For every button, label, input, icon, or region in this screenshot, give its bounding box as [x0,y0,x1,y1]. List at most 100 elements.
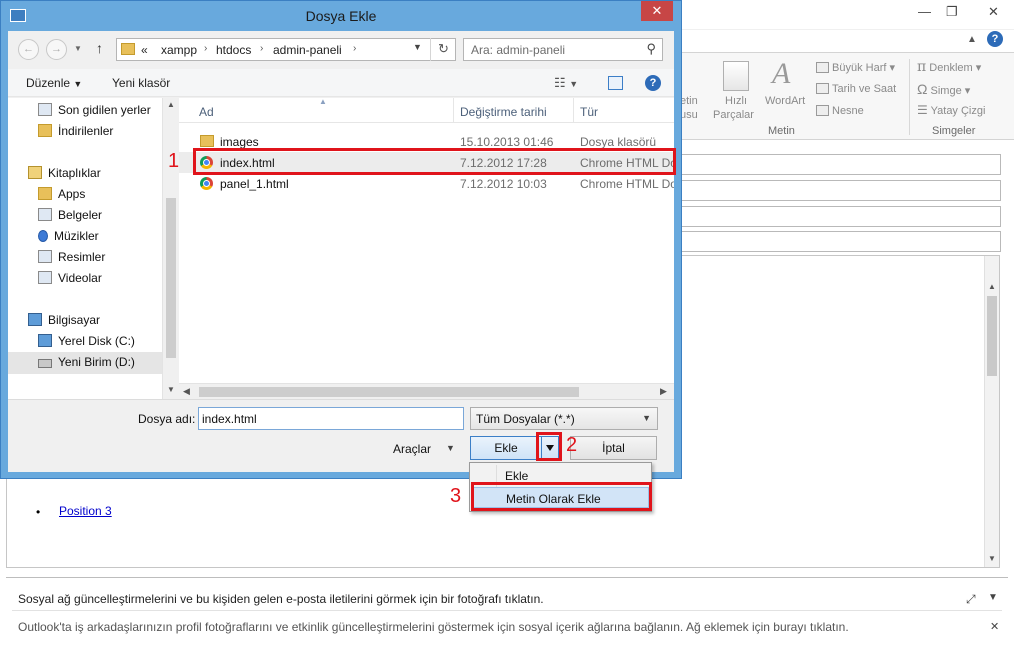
file-date: 15.10.2013 01:46 [460,135,554,149]
filename-field[interactable] [198,407,464,430]
insert-button[interactable]: Ekle [470,436,542,460]
column-type[interactable]: Tür [580,105,598,119]
drop-cap-icon [816,62,829,73]
nav-item-downloads[interactable]: İndirilenler [38,124,113,145]
breadcrumb-separator[interactable]: › [353,43,356,54]
column-divider[interactable] [453,98,454,123]
recent-locations-icon[interactable]: ▼ [74,44,82,53]
filename-input[interactable] [199,408,463,429]
people-pane-message: Sosyal ağ güncelleştirmelerini ve bu kiş… [18,592,544,606]
list-bullet: • [36,505,41,519]
nav-item-music[interactable]: Müzikler [38,229,99,250]
nav-scrollbar[interactable]: ▲ ▼ [162,98,178,399]
object-button[interactable]: Nesne [816,105,864,117]
address-row: ← → ▼ ↑ « xampp › htdocs › admin-paneli … [8,31,674,69]
help-icon[interactable]: ? [987,31,1003,47]
nav-scroll-thumb[interactable] [166,198,176,358]
nav-item-recent-places[interactable]: Son gidilen yerler [38,103,151,124]
breadcrumb-xampp[interactable]: xampp [161,43,197,57]
scroll-thumb[interactable] [987,296,997,376]
dialog-close-button[interactable]: ✕ [641,1,673,21]
scroll-right-icon[interactable]: ▶ [660,386,667,397]
column-date[interactable]: Değiştirme tarihi [460,105,547,119]
object-label: Nesne [832,105,864,117]
nav-item-label: Son gidilen yerler [58,103,151,117]
cancel-button[interactable]: İptal [570,436,657,460]
nav-item-libraries[interactable]: Kitaplıklar [28,166,101,187]
breadcrumb-overflow[interactable]: « [141,43,148,57]
breadcrumb-admin-paneli[interactable]: admin-paneli [273,43,342,57]
organize-button[interactable]: Düzenle ▼ [26,76,82,90]
close-icon[interactable]: ✕ [988,4,999,20]
nav-item-documents[interactable]: Belgeler [38,208,102,229]
dialog-titlebar[interactable]: Dosya Ekle ✕ [1,1,681,31]
pictures-icon [38,250,52,263]
ribbon-partial-label2[interactable]: usu [680,109,698,121]
tools-dropdown-icon[interactable]: ▼ [446,443,455,453]
social-network-message[interactable]: Outlook'ta iş arkadaşlarınızın profil fo… [18,620,849,634]
scroll-down-icon[interactable]: ▼ [167,385,175,394]
expand-icon[interactable]: ⤢ [966,592,976,607]
horizontal-line-label: Yatay Çizgi [930,105,986,117]
breadcrumb-htdocs[interactable]: htdocs [216,43,251,57]
nav-item-new-volume[interactable]: Yeni Birim (D:) [8,352,162,374]
horizontal-line-button[interactable]: ☰ Yatay Çizgi [917,103,985,117]
forward-button[interactable]: → [46,39,67,60]
to-field[interactable] [680,154,1001,175]
breadcrumb-separator[interactable]: › [260,43,263,54]
wordart-label[interactable]: WordArt [765,95,805,107]
nav-item-computer[interactable]: Bilgisayar [28,313,100,334]
column-name[interactable]: Ad [199,105,214,119]
annotation-number-1: 1 [168,150,180,172]
address-bar[interactable]: « xampp › htdocs › admin-paneli › ▼ ↻ [116,38,456,61]
up-folder-button[interactable]: ↑ [96,40,103,56]
refresh-icon[interactable]: ↻ [430,38,456,61]
restore-icon[interactable]: ❐ [946,4,958,20]
scroll-up-icon[interactable]: ▲ [988,282,996,291]
uppercase-button[interactable]: Büyük Harf ▾ [816,61,895,74]
change-view-icon[interactable]: ☷ ▼ [554,75,578,91]
equation-button[interactable]: π Denklem ▾ [917,59,981,75]
date-time-button[interactable]: Tarih ve Saat [816,83,896,95]
bcc-field[interactable] [680,206,1001,227]
chevron-down-icon[interactable]: ▼ [988,592,998,603]
filetype-select[interactable]: Tüm Dosyalar (*.*) ▼ [470,407,658,430]
subject-field[interactable] [680,231,1001,252]
quick-parts-icon[interactable] [723,61,749,91]
quick-parts-label2[interactable]: Parçalar [713,109,754,121]
search-box[interactable]: Ara: admin-paneli ⚲ [463,38,663,61]
folder-icon [121,43,135,55]
symbol-button[interactable]: Ω Simge ▾ [917,81,970,97]
scroll-left-icon[interactable]: ◀ [183,386,190,397]
cc-field[interactable] [680,180,1001,201]
nav-item-pictures[interactable]: Resimler [38,250,105,271]
address-dropdown-icon[interactable]: ▼ [413,42,422,52]
quick-parts-label1[interactable]: Hızlı [725,95,747,107]
nav-item-videos[interactable]: Videolar [38,271,102,292]
preview-pane-icon[interactable] [608,76,623,90]
editor-scrollbar[interactable]: ▲ ▼ [984,256,999,567]
hscroll-thumb[interactable] [199,387,579,397]
music-icon [38,230,48,242]
ribbon-partial-label[interactable]: etin [680,95,698,107]
scroll-down-icon[interactable]: ▼ [988,554,996,563]
back-button[interactable]: ← [18,39,39,60]
nav-item-apps[interactable]: Apps [38,187,85,208]
wordart-icon[interactable]: A [772,57,790,91]
new-folder-button[interactable]: Yeni klasör [112,76,170,90]
search-icon[interactable]: ⚲ [646,41,656,57]
dismiss-icon[interactable]: ✕ [990,620,999,633]
file-row-panel-1-html[interactable]: panel_1.html 7.12.2012 10:03 Chrome HTML… [179,173,674,194]
minimize-icon[interactable]: — [918,4,931,19]
scroll-up-icon[interactable]: ▲ [167,100,175,109]
collapse-ribbon-icon[interactable]: ▲ [967,34,977,45]
file-list-hscrollbar[interactable]: ◀ ▶ [179,383,674,399]
help-icon[interactable]: ? [645,75,661,91]
position-3-link[interactable]: Position 3 [59,504,112,518]
local-disk-icon [38,334,52,347]
recent-places-icon [38,103,52,116]
annotation-box-1 [193,148,676,175]
breadcrumb-separator[interactable]: › [204,43,207,54]
column-divider[interactable] [573,98,574,123]
tools-button[interactable]: Araçlar [393,442,431,456]
